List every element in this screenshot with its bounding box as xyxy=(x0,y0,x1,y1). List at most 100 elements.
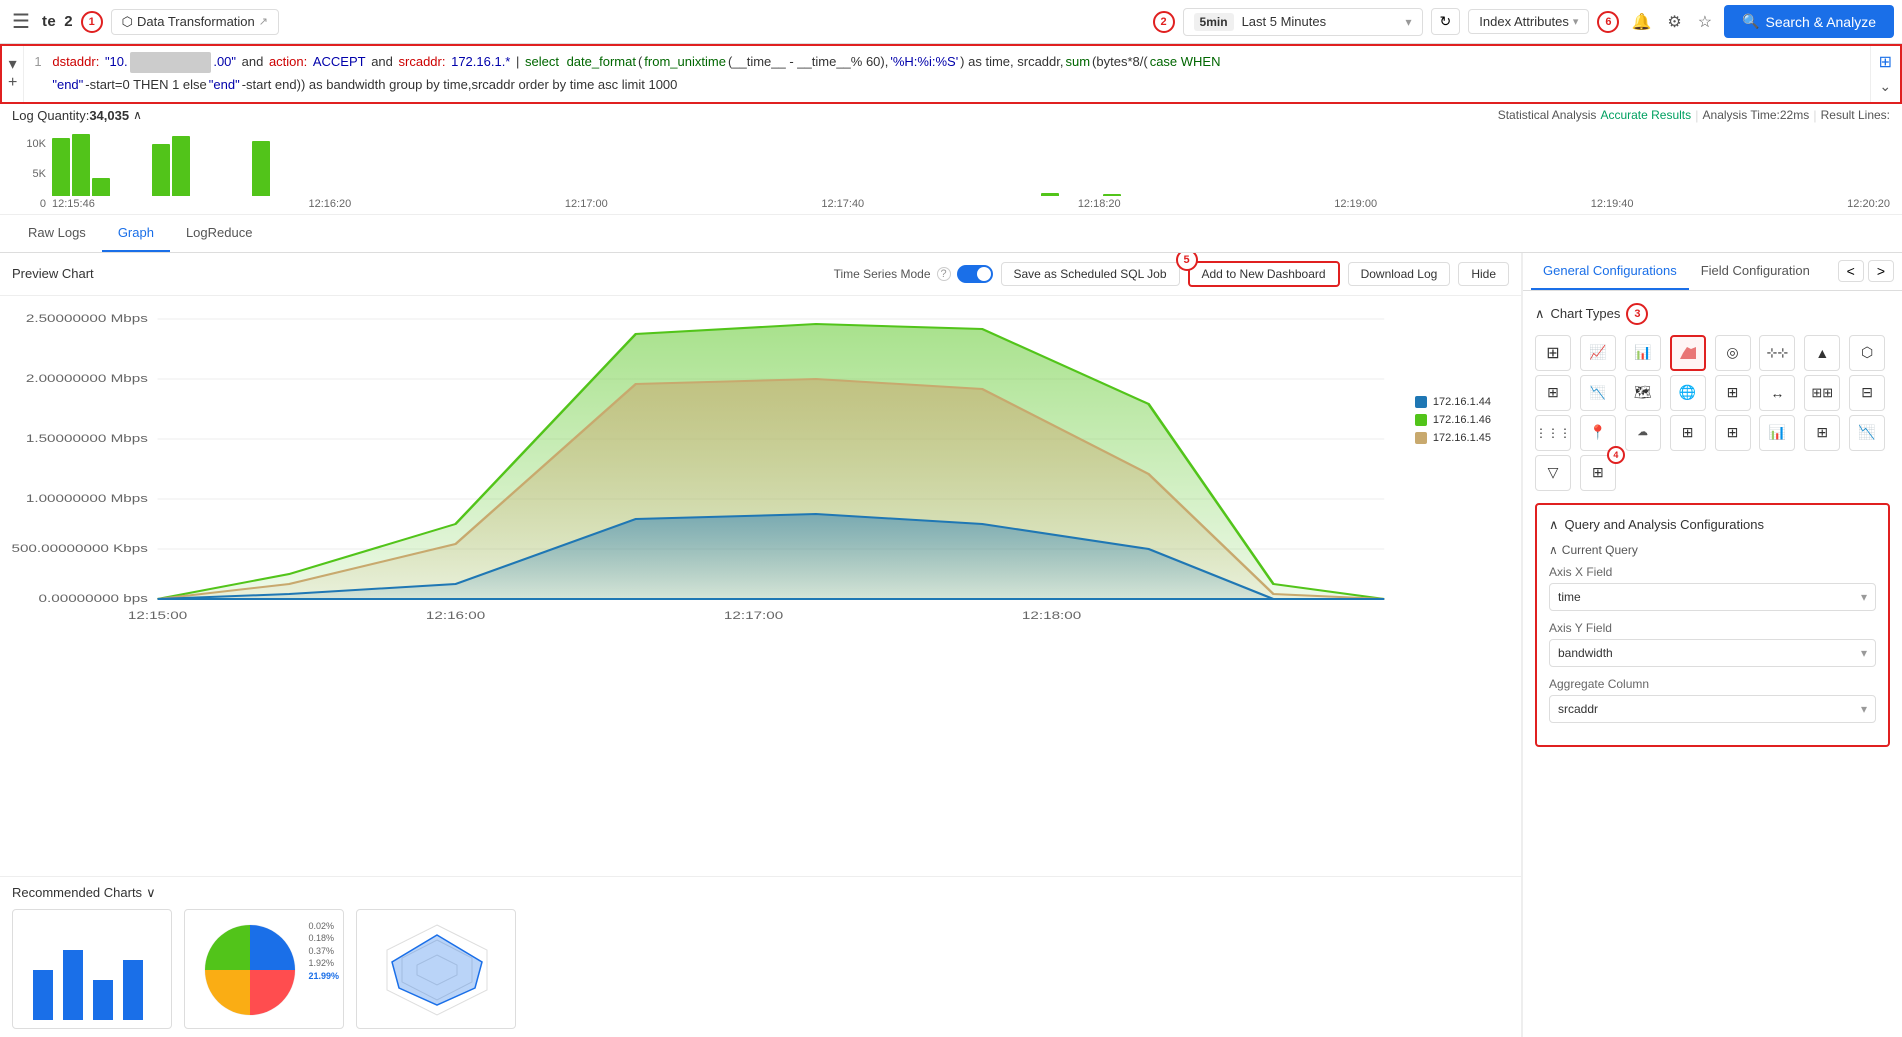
chart-type-bar[interactable]: 📊 xyxy=(1625,335,1661,371)
aggregate-select[interactable]: srcaddr ▾ xyxy=(1549,695,1876,723)
index-attributes-btn[interactable]: Index Attributes ▾ xyxy=(1468,9,1589,34)
hide-btn[interactable]: Hide xyxy=(1458,262,1509,286)
recommended-title[interactable]: Recommended Charts ∨ xyxy=(12,885,1509,901)
chart-toolbar: Preview Chart Time Series Mode ? Save as… xyxy=(0,253,1521,296)
histo-bar[interactable] xyxy=(92,178,110,196)
chart-type-step4[interactable]: ⊞ 4 xyxy=(1580,455,1616,491)
chart-type-9[interactable]: 📍 xyxy=(1580,415,1616,451)
menu-icon[interactable]: ☰ xyxy=(8,5,34,38)
time-badge: 5min xyxy=(1194,13,1234,31)
query-config-chevron[interactable]: ∧ xyxy=(1549,517,1559,533)
collapse-icon[interactable]: ⌄ xyxy=(1879,78,1891,95)
analysis-time-label: Analysis Time:22ms xyxy=(1703,108,1810,122)
log-qty-expand-icon[interactable]: ∧ xyxy=(133,108,142,122)
histo-bar[interactable] xyxy=(172,136,190,196)
recommended-section: Recommended Charts ∨ xyxy=(0,876,1521,1037)
histogram-container: 10K 5K 0 xyxy=(0,123,1902,215)
recommended-chart-pie[interactable]: 0.02% 0.18% 0.37% 1.92% 21.99% xyxy=(184,909,344,1029)
histo-bar[interactable] xyxy=(52,138,70,196)
chart-svg: 2.50000000 Mbps 2.00000000 Mbps 1.500000… xyxy=(12,304,1509,624)
histo-bar[interactable] xyxy=(152,144,170,196)
star-icon[interactable]: ☆ xyxy=(1694,8,1716,36)
step5-badge: 5 xyxy=(1176,253,1198,271)
right-tab-general[interactable]: General Configurations xyxy=(1531,253,1689,290)
chart-type-area[interactable] xyxy=(1670,335,1706,371)
chart-type-13[interactable]: ⊞ xyxy=(1804,415,1840,451)
query-config-title: Query and Analysis Configurations xyxy=(1565,517,1764,532)
chart-type-hex[interactable]: ⬡ xyxy=(1849,335,1885,371)
search-analyze-button[interactable]: 🔍 Search & Analyze xyxy=(1724,5,1894,38)
chart-type-pie[interactable]: ◎ xyxy=(1715,335,1751,371)
chart-type-table[interactable]: ⊞ xyxy=(1535,335,1571,371)
chart-type-11[interactable]: ⊞ xyxy=(1715,415,1751,451)
result-lines-label: Result Lines: xyxy=(1821,108,1890,122)
chart-type-globe[interactable]: 🌐 xyxy=(1670,375,1706,411)
toggle-switch[interactable] xyxy=(957,265,993,283)
recommended-chart-bar[interactable] xyxy=(12,909,172,1029)
download-log-btn[interactable]: Download Log xyxy=(1348,262,1451,286)
chart-type-8[interactable]: ⋮⋮⋮ xyxy=(1535,415,1571,451)
preview-chart-title: Preview Chart xyxy=(12,266,94,281)
histo-x-label: 12:15:46 xyxy=(52,198,95,210)
chart-type-line[interactable]: 📈 xyxy=(1580,335,1616,371)
question-mark-icon[interactable]: ? xyxy=(937,267,951,281)
chart-type-2[interactable]: ⊞ xyxy=(1535,375,1571,411)
add-dashboard-btn[interactable]: Add to New Dashboard xyxy=(1188,261,1340,287)
chart-type-10[interactable]: ⊞ xyxy=(1670,415,1706,451)
histo-x-label: 12:20:20 xyxy=(1847,198,1890,210)
time-range-selector[interactable]: 5min Last 5 Minutes ▾ xyxy=(1183,8,1423,36)
data-transformation-tab[interactable]: ⬡ Data Transformation ↗ xyxy=(111,9,279,35)
chart-type-funnel[interactable]: ▲ xyxy=(1804,335,1840,371)
histo-x-label: 12:17:00 xyxy=(565,198,608,210)
chart-type-14[interactable]: 📉 xyxy=(1849,415,1885,451)
panel-prev-btn[interactable]: < xyxy=(1838,260,1864,282)
chart-type-3[interactable]: 📉 xyxy=(1580,375,1616,411)
settings-icon[interactable]: ⚙ xyxy=(1663,8,1685,36)
tab-logreduce[interactable]: LogReduce xyxy=(170,215,269,252)
chart-type-word[interactable]: ☁ xyxy=(1625,415,1661,451)
chart-type-7[interactable]: ⊟ xyxy=(1849,375,1885,411)
axis-x-select[interactable]: time ▾ xyxy=(1549,583,1876,611)
query-controls: ▾ + xyxy=(2,46,24,102)
svg-text:12:17:00: 12:17:00 xyxy=(724,609,783,621)
search-analyze-label: Search & Analyze xyxy=(1765,14,1876,30)
svg-text:12:16:00: 12:16:00 xyxy=(426,609,485,621)
svg-text:500.00000000 Kbps: 500.00000000 Kbps xyxy=(12,542,148,554)
save-scheduled-btn[interactable]: Save as Scheduled SQL Job xyxy=(1001,262,1180,286)
chart-types-section: ∧ Chart Types 3 ⊞ 📈 📊 ◎ ⊹⊹ ▲ ⬡ xyxy=(1535,303,1890,491)
preview-chart: 2.50000000 Mbps 2.00000000 Mbps 1.500000… xyxy=(0,296,1521,876)
current-query-chevron[interactable]: ∧ xyxy=(1549,543,1558,557)
query-text[interactable]: 1 dstaddr: "10.████████.00" and action: … xyxy=(24,46,1869,102)
panel-next-btn[interactable]: > xyxy=(1868,260,1894,282)
step4-badge: 4 xyxy=(1607,446,1625,464)
query-add-btn[interactable]: + xyxy=(8,75,17,91)
chart-legend: 172.16.1.44 172.16.1.46 172.16.1.45 xyxy=(1415,396,1491,444)
bell-icon[interactable]: 🔔 xyxy=(1627,8,1655,36)
chart-type-map[interactable]: 🗺 xyxy=(1625,375,1661,411)
chart-type-6[interactable]: ⊞⊞ xyxy=(1804,375,1840,411)
chart-type-15[interactable]: ▽ xyxy=(1535,455,1571,491)
svg-text:12:18:00: 12:18:00 xyxy=(1022,609,1081,621)
chart-types-chevron[interactable]: ∧ xyxy=(1535,306,1545,322)
refresh-button[interactable]: ↻ xyxy=(1431,8,1461,35)
axis-y-select[interactable]: bandwidth ▾ xyxy=(1549,639,1876,667)
chart-types-title: Chart Types xyxy=(1551,306,1621,321)
legend-item-green: 172.16.1.46 xyxy=(1415,414,1491,426)
histo-x-label: 12:17:40 xyxy=(821,198,864,210)
format-icon[interactable]: ⊞ xyxy=(1879,52,1892,72)
chart-type-12[interactable]: 📊 xyxy=(1759,415,1795,451)
right-tab-field[interactable]: Field Configuration xyxy=(1689,253,1822,290)
tab-raw-logs[interactable]: Raw Logs xyxy=(12,215,102,252)
right-panel: General Configurations Field Configurati… xyxy=(1522,253,1902,1037)
chart-type-scatter[interactable]: ⊹⊹ xyxy=(1759,335,1795,371)
svg-text:1.00000000 Mbps: 1.00000000 Mbps xyxy=(26,492,148,504)
histo-bar[interactable] xyxy=(252,141,270,196)
recommended-chart-radar[interactable] xyxy=(356,909,516,1029)
chart-type-4[interactable]: ⊞ xyxy=(1715,375,1751,411)
chart-type-5[interactable]: ↔ xyxy=(1759,375,1795,411)
query-expand-btn[interactable]: ▾ xyxy=(9,57,17,73)
tab-graph[interactable]: Graph xyxy=(102,215,170,252)
app-header: ☰ te2 1 ⬡ Data Transformation ↗ 2 5min L… xyxy=(0,0,1902,44)
histo-x-label: 12:16:20 xyxy=(308,198,351,210)
histo-bar[interactable] xyxy=(72,134,90,196)
